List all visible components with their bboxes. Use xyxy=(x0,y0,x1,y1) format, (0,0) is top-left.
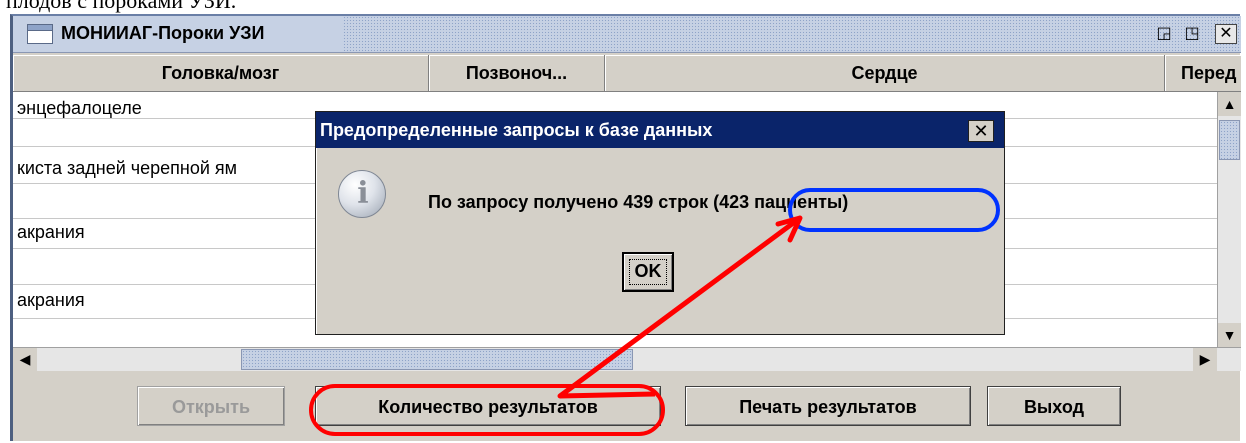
dialog-title: Предопределенные запросы к базе данных xyxy=(320,120,713,140)
column-header-anterior[interactable]: Перед xyxy=(1165,55,1241,91)
column-header-head-brain[interactable]: Головка/мозг xyxy=(13,55,429,91)
column-header-spine[interactable]: Позвоноч... xyxy=(429,55,605,91)
ok-button[interactable]: OK xyxy=(622,252,674,292)
column-header-heart[interactable]: Сердце xyxy=(605,55,1165,91)
table-header: Головка/мозг Позвоноч... Сердце Перед xyxy=(13,55,1241,92)
frame-title: МОНИИАГ-Пороки УЗИ xyxy=(61,23,265,43)
print-results-button[interactable]: Печать результатов xyxy=(685,386,971,426)
document-caption: плодов с пороками УЗИ. xyxy=(6,0,237,13)
frame-titlebar-label-area: МОНИИАГ-Пороки УЗИ xyxy=(13,16,343,52)
table-cell[interactable]: энцефалоцеле xyxy=(17,98,142,119)
horizontal-scroll-thumb[interactable] xyxy=(241,349,633,370)
patients-count-highlight: (423 пациенты) xyxy=(713,192,849,212)
open-button[interactable]: Открыть xyxy=(137,386,285,426)
button-bar: Открыть Количество результатов Печать ре… xyxy=(13,372,1241,443)
scroll-right-icon[interactable]: ▶ xyxy=(1193,348,1217,371)
table-cell[interactable]: киста задней черепной ям xyxy=(17,158,237,179)
restore-icon[interactable]: ◲ xyxy=(1153,24,1175,44)
maximize-icon[interactable]: ◳ xyxy=(1181,24,1203,44)
scroll-down-icon[interactable]: ▼ xyxy=(1218,323,1241,347)
dialog-message-text: По запросу получено 439 строк xyxy=(428,192,709,212)
window-icon xyxy=(27,24,53,44)
dialog-titlebar[interactable]: Предопределенные запросы к базе данных ✕ xyxy=(316,112,1004,148)
query-result-dialog: Предопределенные запросы к базе данных ✕… xyxy=(315,111,1005,335)
dialog-close-icon[interactable]: ✕ xyxy=(968,120,994,142)
horizontal-scrollbar[interactable]: ◀ ▶ xyxy=(13,347,1241,371)
close-icon[interactable]: ✕ xyxy=(1215,24,1237,44)
frame-titlebar[interactable]: МОНИИАГ-Пороки УЗИ ◲ ◳ ✕ xyxy=(13,16,1241,53)
scroll-up-icon[interactable]: ▲ xyxy=(1218,92,1241,116)
count-results-button[interactable]: Количество результатов xyxy=(315,386,661,426)
dialog-message: По запросу получено 439 строк (423 пацие… xyxy=(428,192,848,213)
info-icon xyxy=(338,170,387,218)
vertical-scroll-thumb[interactable] xyxy=(1219,120,1240,160)
scroll-left-icon[interactable]: ◀ xyxy=(13,348,37,371)
exit-button[interactable]: Выход xyxy=(987,386,1121,426)
table-cell[interactable]: акрания xyxy=(17,222,85,243)
table-cell[interactable]: акрания xyxy=(17,290,85,311)
vertical-scrollbar[interactable]: ▲ ▼ xyxy=(1217,92,1241,347)
